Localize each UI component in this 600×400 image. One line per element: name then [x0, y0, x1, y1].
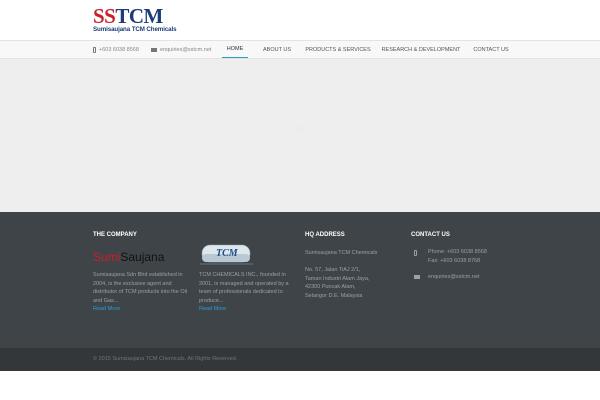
footer-hq-title: HQ ADDRESS [305, 232, 345, 238]
nav-contact-us[interactable]: CONTACT US [470, 41, 512, 58]
hq-address-line: Taman Industri Alam Jaya, [305, 275, 370, 282]
phone-icon [93, 46, 96, 53]
mail-icon [151, 47, 157, 52]
hq-address-line: Selangor D.E. Malaysia [305, 292, 363, 299]
logo-wordmark: SSTCM [93, 4, 163, 28]
footer-fax-text: Fax: +603 6038 8768 [428, 257, 481, 264]
nav-research-development[interactable]: RESEARCH & DEVELOPMENT [380, 41, 462, 58]
sumisaujana-logo: SumiSaujana [93, 250, 177, 264]
page-bottom-space [0, 371, 600, 400]
nav-about-us[interactable]: ABOUT US [258, 41, 296, 58]
nav-home[interactable]: HOME [222, 41, 248, 58]
tcm-logo-text: TCM [216, 248, 239, 259]
footer-email-text[interactable]: enquiries@sstcm.net [428, 273, 479, 282]
read-more-link-1[interactable]: Read More [93, 306, 120, 312]
hq-address-line: 42300 Puncak Alam, [305, 284, 356, 291]
copyright-bar: © 2015 Sumisaujana TCM Chemicals. All Ri… [0, 348, 600, 371]
read-more-link-2[interactable]: Read More [199, 306, 226, 312]
mail-icon [414, 275, 420, 279]
phone-icon [414, 250, 417, 256]
site-footer: THE COMPANY HQ ADDRESS CONTACT US SumiSa… [0, 212, 600, 348]
hero-slider: ◌ [0, 59, 600, 212]
topbar-phone: +603 6038 8568 [93, 41, 139, 58]
footer-company-title: THE COMPANY [93, 232, 137, 238]
footer-contact-title: CONTACT US [411, 232, 450, 238]
topbar-email[interactable]: enquiries@sstcm.net [151, 41, 211, 58]
company-description-2: TCM CHEMICALS INC., founded in 2001, is … [199, 272, 289, 304]
logo-tagline: Sumisaujana TCM Chemicals [93, 26, 177, 33]
loading-spinner-icon: ◌ [296, 121, 304, 135]
topbar-email-text[interactable]: enquiries@sstcm.net [160, 47, 211, 53]
navigation-bar: +603 6038 8568 enquiries@sstcm.net HOME … [0, 40, 600, 59]
nav-products-services[interactable]: PRODUCTS & SERVICES [303, 41, 373, 58]
hq-company-name: Sumisaujana TCM Chemicals [305, 250, 378, 256]
copyright-text: © 2015 Sumisaujana TCM Chemicals. All Ri… [93, 356, 238, 362]
company-description-1: Sumisaujana Sdn Bhd established in 2004,… [93, 272, 188, 304]
hq-address: No. 57, Jalan TiAJ 2/1, Taman Industri A… [305, 266, 395, 300]
footer-phone-text: Phone: +603 6038 8568 [428, 249, 487, 255]
tcm-logo: TCM [200, 244, 253, 265]
topbar-phone-text: +603 6038 8568 [99, 46, 139, 53]
site-header: SSTCM Sumisaujana TCM Chemicals [0, 0, 600, 40]
hq-address-line: No. 57, Jalan TiAJ 2/1, [305, 267, 361, 273]
site-logo[interactable]: SSTCM Sumisaujana TCM Chemicals [93, 4, 177, 36]
